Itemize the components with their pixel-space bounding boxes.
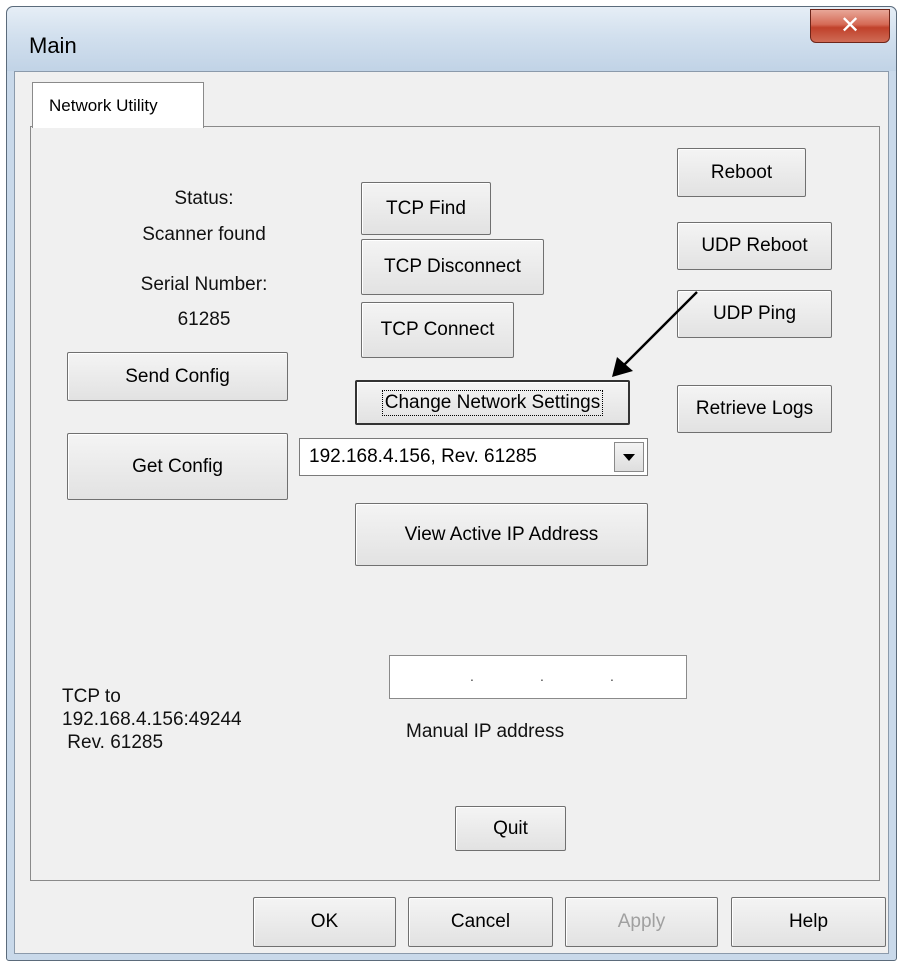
change-network-settings-label: Change Network Settings xyxy=(381,389,604,416)
ip-dot: . xyxy=(610,668,614,684)
get-config-button[interactable]: Get Config xyxy=(67,433,288,500)
reboot-button[interactable]: Reboot xyxy=(677,148,806,197)
tab-network-utility[interactable]: Network Utility xyxy=(32,82,204,128)
ip-dot: . xyxy=(470,668,474,684)
udp-reboot-button[interactable]: UDP Reboot xyxy=(677,222,832,270)
connection-line-1: TCP to xyxy=(62,686,121,707)
tcp-disconnect-button[interactable]: TCP Disconnect xyxy=(361,239,544,295)
status-value: Scanner found xyxy=(142,224,266,245)
ok-button[interactable]: OK xyxy=(253,897,396,947)
device-select-value: 192.168.4.156, Rev. 61285 xyxy=(309,446,537,467)
annotation-arrow-icon xyxy=(612,291,698,377)
cancel-button[interactable]: Cancel xyxy=(408,897,553,947)
ip-dot: . xyxy=(540,668,544,684)
title-bar[interactable]: Main ✕ xyxy=(7,7,896,71)
device-select[interactable]: 192.168.4.156, Rev. 61285 xyxy=(299,438,648,476)
apply-button[interactable]: Apply xyxy=(565,897,718,947)
tcp-connect-button[interactable]: TCP Connect xyxy=(361,302,514,358)
serial-number-value: 61285 xyxy=(177,309,231,330)
change-network-settings-button[interactable]: Change Network Settings xyxy=(355,380,630,425)
chevron-down-icon[interactable] xyxy=(614,442,644,472)
connection-line-3: Rev. 61285 xyxy=(62,732,164,753)
manual-ip-input[interactable]: . . . xyxy=(389,655,687,699)
view-active-ip-button[interactable]: View Active IP Address xyxy=(355,503,648,566)
tcp-find-button[interactable]: TCP Find xyxy=(361,182,491,235)
window-title: Main xyxy=(29,33,77,58)
status-label: Status: xyxy=(174,188,234,209)
help-button[interactable]: Help xyxy=(731,897,886,947)
retrieve-logs-button[interactable]: Retrieve Logs xyxy=(677,385,832,433)
quit-button[interactable]: Quit xyxy=(455,806,566,851)
close-icon: ✕ xyxy=(839,11,861,39)
send-config-button[interactable]: Send Config xyxy=(67,352,288,401)
close-button[interactable]: ✕ xyxy=(810,9,890,43)
tab-label: Network Utility xyxy=(49,96,158,115)
manual-ip-label: Manual IP address xyxy=(406,721,565,742)
serial-number-label: Serial Number: xyxy=(140,274,268,295)
connection-line-2: 192.168.4.156:49244 xyxy=(62,709,242,730)
